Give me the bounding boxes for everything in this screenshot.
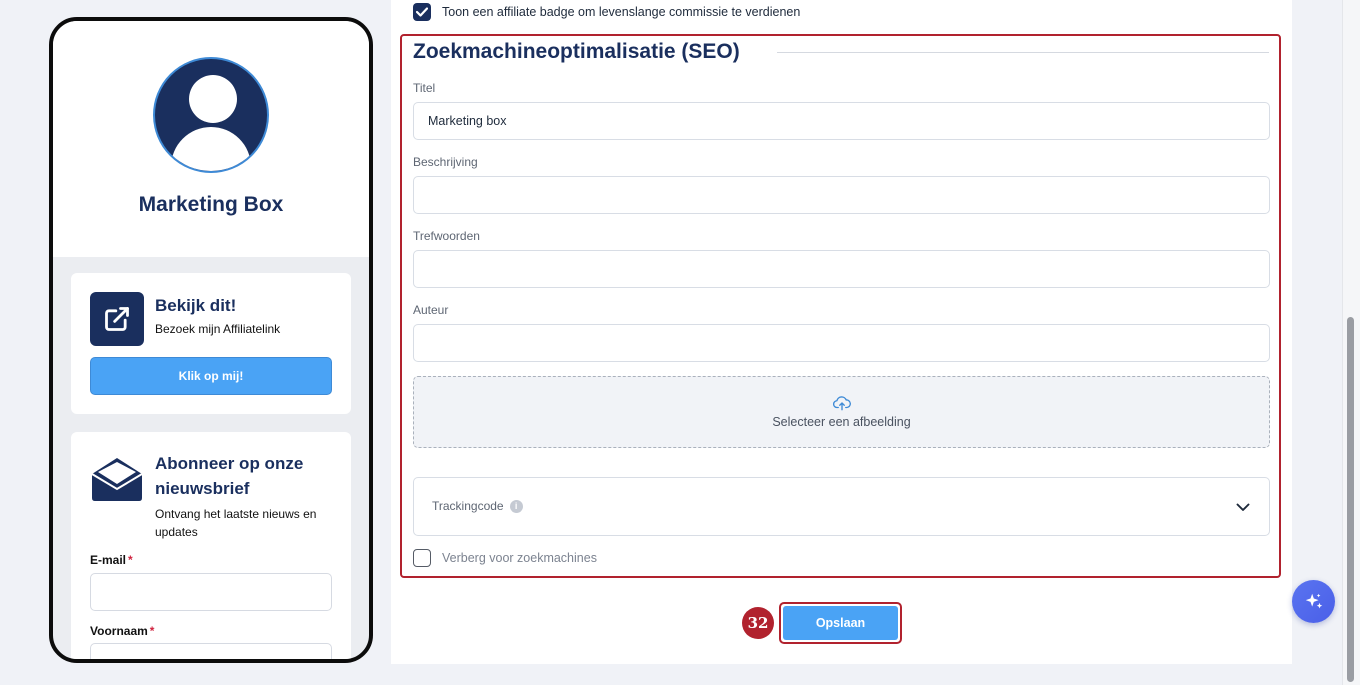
page-scrollbar-thumb[interactable] — [1347, 317, 1354, 682]
keywords-label: Trefwoorden — [413, 229, 480, 243]
link-card-title: Bekijk dit! — [155, 296, 237, 315]
seo-section-title: Zoekmachineoptimalisatie (SEO) — [413, 40, 740, 63]
seo-section: Zoekmachineoptimalisatie (SEO) Titel Mar… — [400, 34, 1281, 578]
upload-label: Selecteer een afbeelding — [772, 415, 911, 429]
info-icon[interactable]: i — [509, 499, 523, 513]
description-label: Beschrijving — [413, 155, 478, 169]
trackingcode-accordion[interactable]: Trackingcode i — [413, 477, 1270, 536]
firstname-label: Voornaam * — [90, 624, 155, 638]
brand-name: Marketing Box — [138, 193, 284, 216]
hide-from-search-label: Verberg voor zoekmachines — [442, 551, 597, 565]
avatar-head — [189, 75, 237, 123]
settings-panel: Toon een affiliate badge om levenslange … — [391, 0, 1292, 664]
title-input[interactable]: Marketing box — [413, 102, 1270, 140]
keywords-input[interactable] — [413, 250, 1270, 288]
link-card-subtitle: Bezoek mijn Affiliatelink — [155, 322, 281, 336]
newsletter-title: Abonneer op onze nieuwsbrief — [155, 454, 304, 498]
email-label: E-mail * — [90, 553, 133, 567]
affiliate-badge-option[interactable]: Toon een affiliate badge om levenslange … — [413, 3, 800, 21]
sparkle-icon — [1305, 593, 1322, 608]
step-badge: 32 — [742, 607, 774, 639]
click-me-button[interactable]: Klik op mij! — [90, 357, 332, 395]
title-value: Marketing box — [428, 114, 507, 128]
firstname-field[interactable] — [90, 643, 332, 659]
affiliate-badge-checkbox[interactable] — [413, 3, 431, 21]
check-icon — [416, 7, 428, 17]
chevron-down-icon[interactable] — [1235, 499, 1251, 515]
hide-from-search-checkbox[interactable] — [413, 549, 431, 567]
avatar-body — [171, 127, 251, 171]
hide-from-search-option[interactable]: Verberg voor zoekmachines — [413, 549, 597, 567]
save-button[interactable]: Opslaan — [783, 606, 898, 640]
author-label: Auteur — [413, 303, 449, 317]
ai-assistant-button[interactable] — [1292, 580, 1335, 623]
newsletter-subtitle: Ontvang het laatste nieuws en updates — [155, 507, 317, 539]
phone-preview: Marketing Box Bekijk dit! Bezoek mijn Af… — [49, 17, 373, 663]
envelope-icon — [91, 458, 143, 501]
email-field[interactable] — [90, 573, 332, 611]
image-upload-dropzone[interactable]: Selecteer een afbeelding — [413, 376, 1270, 448]
title-label: Titel — [413, 81, 436, 95]
section-divider — [777, 52, 1269, 53]
required-mark: * — [149, 624, 155, 638]
author-input[interactable] — [413, 324, 1270, 362]
required-mark: * — [128, 553, 133, 567]
trackingcode-label: Trackingcode i — [432, 499, 523, 513]
cloud-upload-icon — [832, 396, 851, 411]
external-link-icon — [90, 292, 144, 346]
description-input[interactable] — [413, 176, 1270, 214]
avatar — [153, 57, 269, 173]
affiliate-link-card: Bekijk dit! Bezoek mijn Affiliatelink Kl… — [71, 273, 351, 414]
newsletter-card: Abonneer op onze nieuwsbrief Ontvang het… — [71, 432, 351, 659]
profile-header: Marketing Box — [53, 21, 369, 257]
affiliate-badge-label: Toon een affiliate badge om levenslange … — [442, 5, 801, 19]
